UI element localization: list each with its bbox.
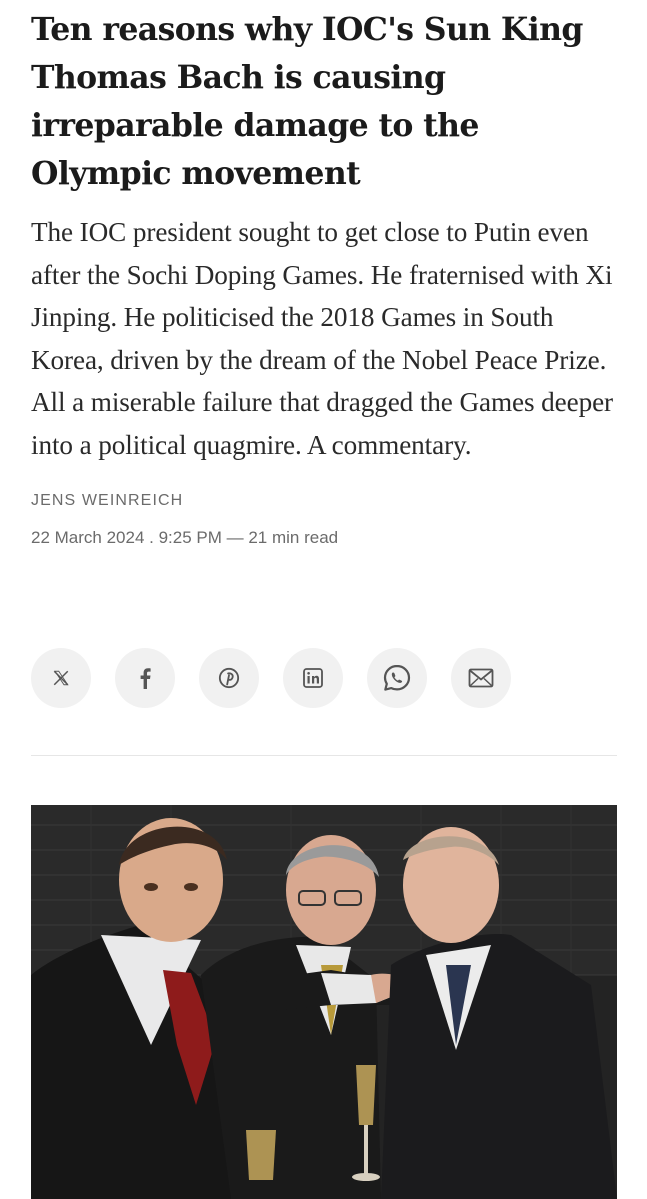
share-facebook-button[interactable] [115,648,175,708]
share-pinterest-button[interactable] [199,648,259,708]
x-icon [52,669,70,687]
article-standfirst: The IOC president sought to get close to… [31,217,613,460]
linkedin-icon [303,668,323,688]
article-headline: Ten reasons why IOC's Sun King Thomas Ba… [31,11,583,192]
article: Ten reasons why IOC's Sun King Thomas Ba… [31,0,617,548]
email-icon [468,668,494,688]
section-divider [31,755,617,756]
share-linkedin-button[interactable] [283,648,343,708]
author-name[interactable]: JENS WEINREICH [31,492,617,510]
pinterest-icon [218,667,240,689]
facebook-icon [138,667,152,689]
whatsapp-icon [382,663,412,693]
share-email-button[interactable] [451,648,511,708]
hero-photo [31,805,617,1199]
share-bar [31,648,511,708]
share-whatsapp-button[interactable] [367,648,427,708]
champagne-glass-left [246,1130,276,1180]
share-x-button[interactable] [31,648,91,708]
article-meta: 22 March 2024 . 9:25 PM — 21 min read [31,528,339,547]
